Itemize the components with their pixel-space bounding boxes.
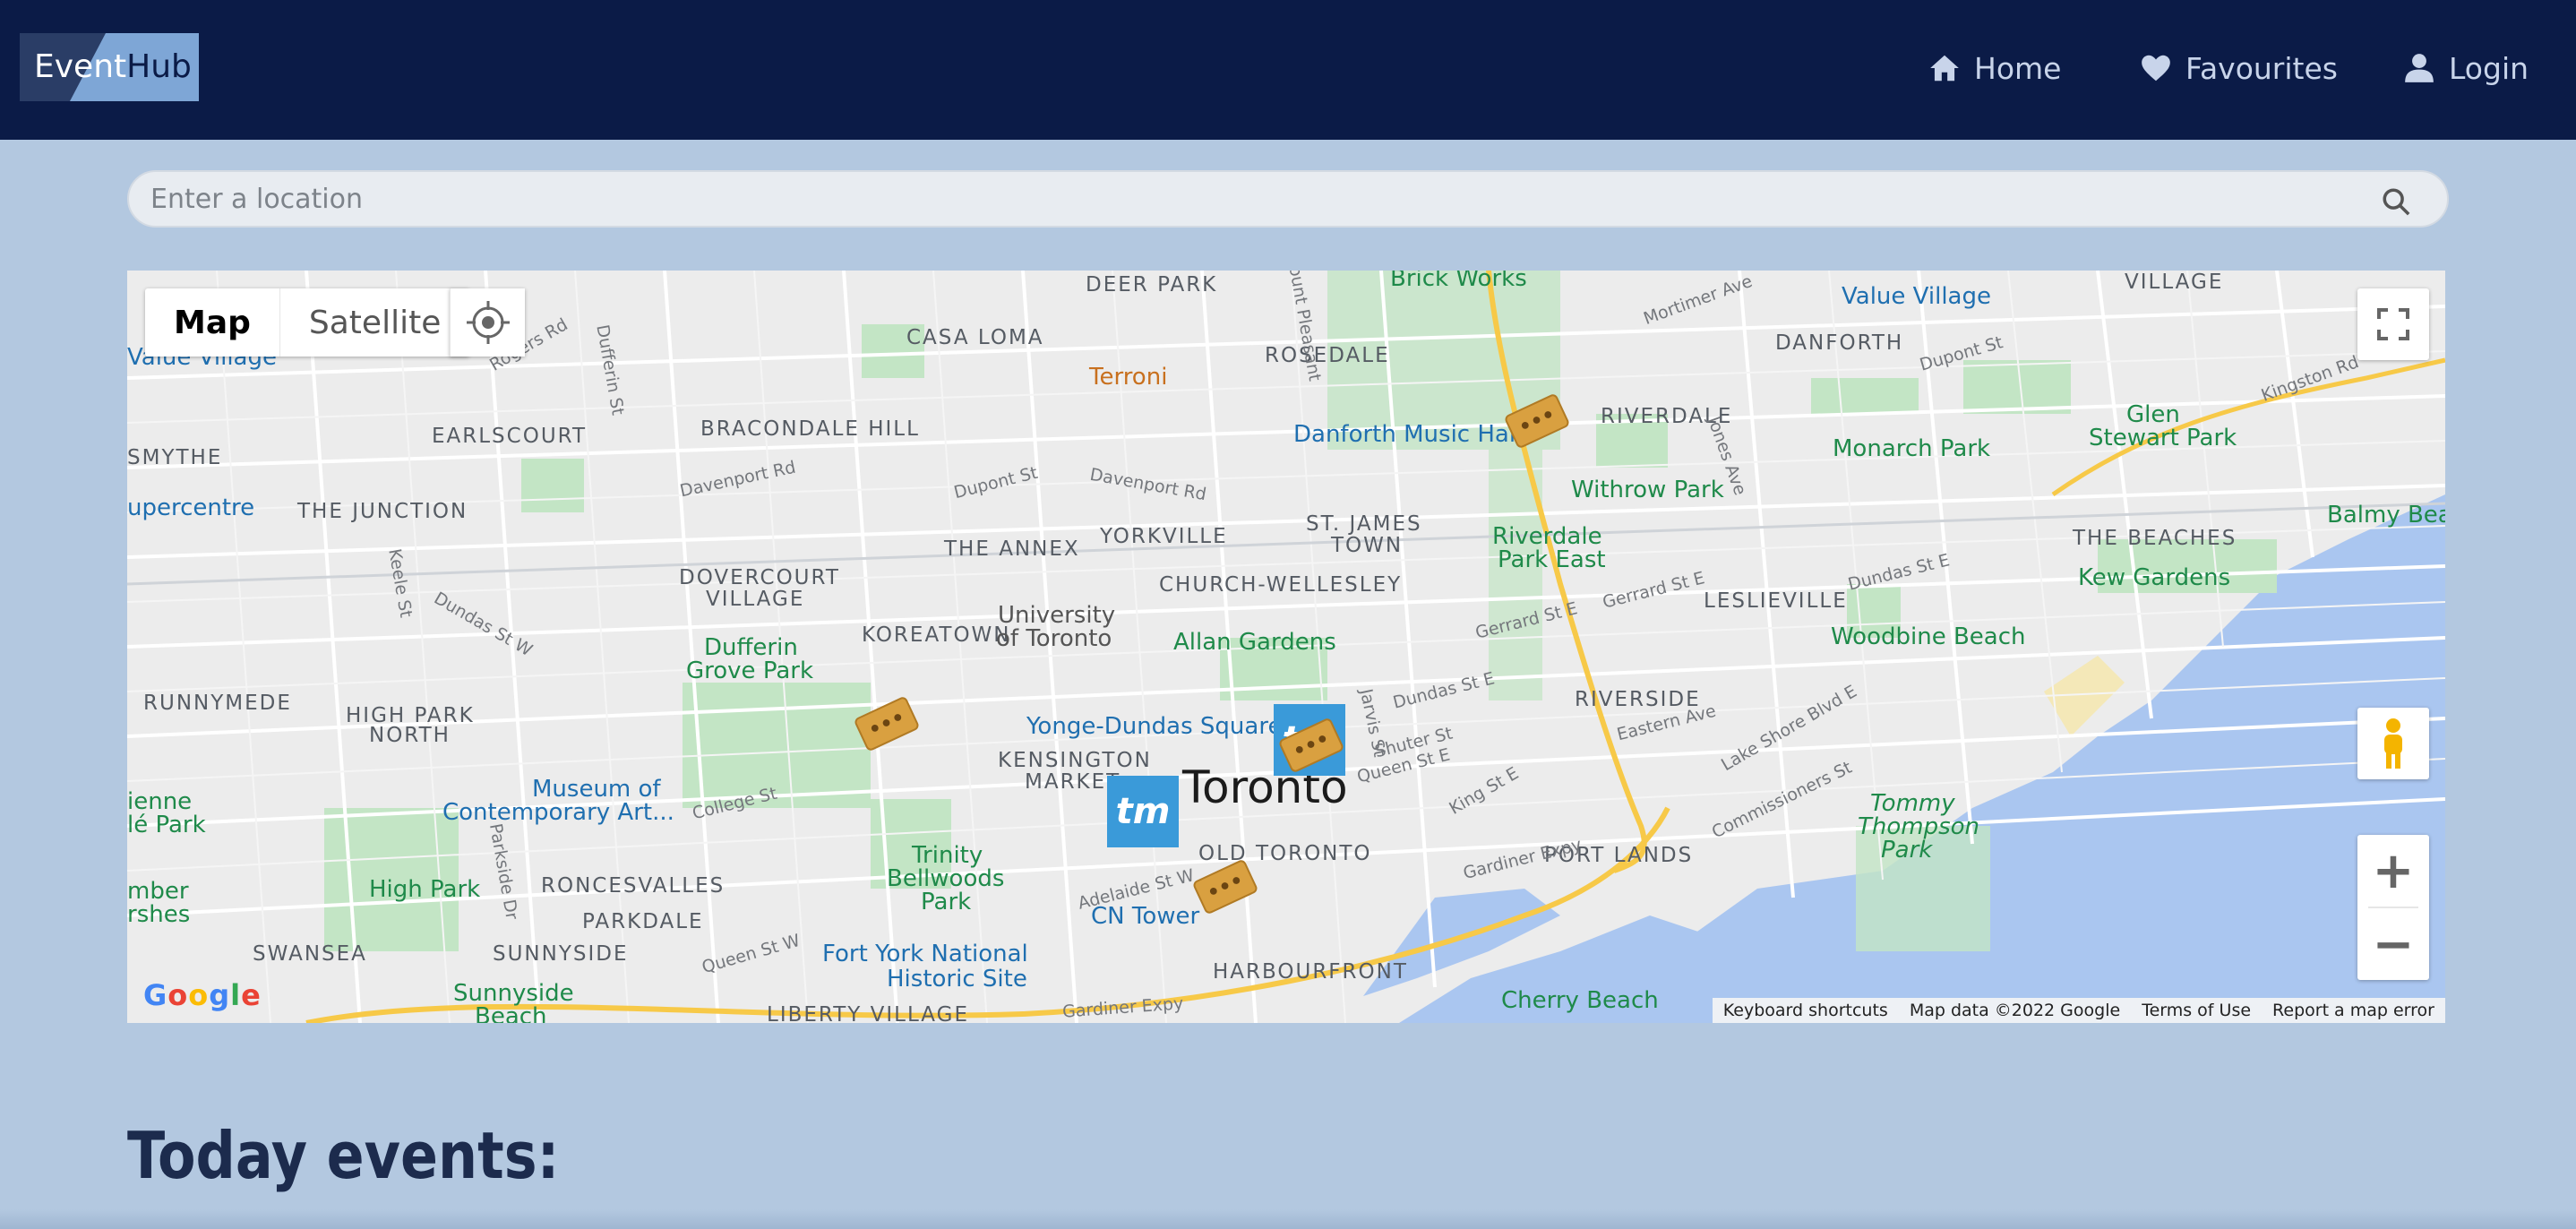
- nav-home-label: Home: [1974, 50, 2062, 86]
- eventhub-logo[interactable]: EventHub: [20, 33, 199, 101]
- map-label-trinity-park: Park: [921, 889, 972, 915]
- map-label-the-beaches: THE BEACHES: [2073, 527, 2237, 550]
- map-label-of-toronto: of Toronto: [996, 625, 1112, 652]
- map-label-beach: Beach: [475, 1003, 547, 1023]
- map-label-yonge-dundas-square: Yonge-Dundas Square: [1026, 713, 1283, 740]
- map-label-withrow-park: Withrow Park: [1571, 477, 1724, 503]
- map-label-danforth-music-hall: Danforth Music Hall: [1293, 421, 1523, 448]
- map-label-north: NORTH: [369, 724, 451, 747]
- map-label-edge: lé Park: [127, 812, 206, 838]
- fullscreen-button[interactable]: [2357, 288, 2429, 360]
- map-label-village: VILLAGE: [2125, 271, 2224, 294]
- map-label-dovercourt-village: VILLAGE: [706, 588, 805, 611]
- ticketmaster-marker[interactable]: tm: [1107, 776, 1179, 847]
- street-view-pegman[interactable]: [2357, 708, 2429, 779]
- zoom-out-button[interactable]: −: [2357, 908, 2429, 980]
- map-label-harbourfront: HARBOURFRONT: [1213, 960, 1408, 984]
- map-label-woodbine-beach: Woodbine Beach: [1831, 623, 2026, 650]
- nav-favourites-label: Favourites: [2185, 50, 2338, 86]
- map-label-edge: rshes: [127, 901, 191, 928]
- nav-login-label: Login: [2449, 50, 2529, 86]
- map-label-bracondale-hill: BRACONDALE HILL: [700, 417, 920, 441]
- map-label-grove-park: Grove Park: [686, 657, 814, 684]
- map-label-casa-loma: CASA LOMA: [906, 326, 1044, 349]
- map-type-control: Map Satellite: [145, 288, 470, 357]
- top-navbar: EventHub Home Favourites Login: [0, 0, 2576, 140]
- map-label-koreatown: KOREATOWN: [862, 623, 1011, 647]
- google-logo[interactable]: Google: [143, 978, 262, 1012]
- search-placeholder: Enter a location: [150, 184, 364, 215]
- map-label-rosedale: ROSEDALE: [1265, 344, 1390, 367]
- map-label-danforth: DANFORTH: [1775, 331, 1904, 355]
- location-search-input[interactable]: Enter a location: [127, 170, 2449, 228]
- map-label-the-junction: THE JUNCTION: [297, 500, 468, 523]
- search-icon[interactable]: [2381, 186, 2411, 217]
- map-label-earlscourt: EARLSCOURT: [432, 425, 588, 448]
- map-label-deer-park: DEER PARK: [1086, 273, 1218, 297]
- map-type-satellite-button[interactable]: Satellite: [280, 288, 469, 357]
- crosshair-icon: [466, 301, 510, 344]
- user-icon: [2405, 54, 2434, 82]
- map-label-stewart-park: Stewart Park: [2089, 425, 2237, 451]
- map-label-smythe: SMYTHE: [127, 446, 223, 469]
- zoom-in-button[interactable]: +: [2357, 835, 2429, 907]
- map-label-high-park: High Park: [369, 876, 481, 903]
- event-map[interactable]: DEER PARK CASA LOMA ROSEDALE DANFORTH VI…: [127, 271, 2445, 1023]
- my-location-button[interactable]: [450, 288, 525, 357]
- map-label-leslieville: LESLIEVILLE: [1704, 589, 1848, 613]
- map-label-thompson-park: Park: [1881, 837, 1933, 864]
- nav-home-link[interactable]: Home: [1928, 41, 2061, 95]
- map-label-park-east: Park East: [1498, 546, 1606, 573]
- home-icon: [1930, 55, 1959, 82]
- map-label-fort-york: Fort York National: [822, 941, 1028, 967]
- map-label-old-toronto: OLD TORONTO: [1198, 842, 1372, 865]
- nav-login-link[interactable]: Login: [2402, 41, 2529, 95]
- map-label-terroni: Terroni: [1089, 364, 1168, 391]
- nav-favourites-link[interactable]: Favourites: [2139, 41, 2338, 95]
- map-label-upercentre: upercentre: [127, 494, 255, 521]
- map-label-kensington: KENSINGTON: [998, 749, 1152, 772]
- logo-text: EventHub: [34, 48, 192, 85]
- pegman-icon: [2384, 718, 2402, 769]
- zoom-control: + −: [2357, 835, 2429, 980]
- keyboard-shortcuts-link[interactable]: Keyboard shortcuts: [1713, 998, 1899, 1023]
- map-label-allan-gardens: Allan Gardens: [1173, 629, 1336, 656]
- map-label-balmy-beach: Balmy Beach: [2327, 502, 2445, 529]
- map-label-parkdale: PARKDALE: [582, 910, 704, 933]
- map-label-church-wellesley: CHURCH-WELLESLEY: [1159, 573, 1403, 597]
- map-data-text: Map data ©2022 Google: [1909, 1001, 2121, 1020]
- map-label-the-annex: THE ANNEX: [944, 537, 1080, 561]
- map-label-st-james: ST. JAMES: [1306, 512, 1422, 536]
- map-label-brick-works: Brick Works: [1390, 271, 1527, 292]
- report-map-error-link[interactable]: Report a map error: [2262, 998, 2445, 1023]
- map-label-town: TOWN: [1331, 534, 1404, 557]
- map-label-roncesvalles: RONCESVALLES: [541, 874, 726, 898]
- map-type-map-button[interactable]: Map: [145, 288, 280, 357]
- map-label-cn-tower: CN Tower: [1091, 903, 1200, 930]
- map-label-kew-gardens: Kew Gardens: [2078, 564, 2231, 591]
- map-label-contemporary-art: Contemporary Art...: [442, 799, 674, 826]
- map-label-riverside: RIVERSIDE: [1575, 688, 1701, 711]
- today-events-heading: Today events:: [127, 1118, 560, 1193]
- map-label-monarch-park: Monarch Park: [1833, 435, 1991, 462]
- heart-icon: [2142, 55, 2170, 82]
- map-label-cherry-beach: Cherry Beach: [1501, 987, 1659, 1014]
- map-label-historic-site: Historic Site: [887, 966, 1027, 993]
- map-attribution-bar: Keyboard shortcuts Map data ©2022 Google…: [1712, 998, 2445, 1023]
- terms-of-use-link[interactable]: Terms of Use: [2131, 998, 2262, 1023]
- map-label-sunnyside: SUNNYSIDE: [493, 942, 629, 966]
- map-label-swansea: SWANSEA: [253, 942, 367, 966]
- fullscreen-icon: [2377, 308, 2409, 340]
- map-label-dovercourt: DOVERCOURT: [679, 566, 840, 589]
- content-card-top-edge: [0, 1209, 2576, 1229]
- map-label-liberty-village: LIBERTY VILLAGE: [767, 1003, 969, 1023]
- map-label-runnymede: RUNNYMEDE: [143, 692, 292, 715]
- map-label-yorkville: YORKVILLE: [1100, 525, 1228, 548]
- map-label-value-village-east: Value Village: [1842, 283, 1991, 310]
